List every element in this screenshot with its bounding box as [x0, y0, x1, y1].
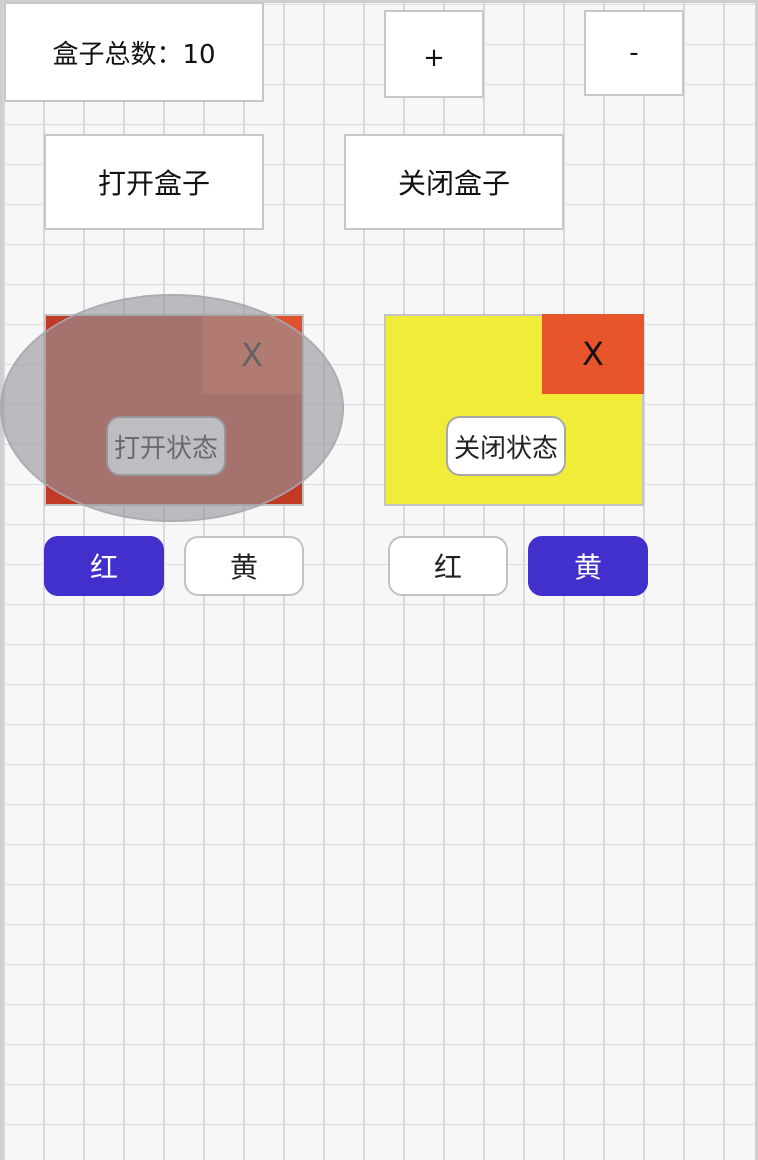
close-icon[interactable]: X [202, 316, 302, 394]
close-icon[interactable]: X [542, 314, 644, 394]
box-count-label: 盒子总数：10 [52, 39, 216, 70]
open-boxes-button[interactable]: 打开盒子 [44, 134, 264, 230]
box2-red-button[interactable]: 红 [388, 536, 508, 596]
box-state-button[interactable]: 关闭状态 [446, 416, 566, 476]
box-item-2: X 关闭状态 [384, 314, 644, 506]
open-boxes-label: 打开盒子 [97, 167, 210, 200]
box1-yellow-button[interactable]: 黄 [184, 536, 304, 596]
close-boxes-label: 关闭盒子 [397, 167, 510, 200]
box-state-button[interactable]: 打开状态 [106, 416, 226, 476]
box-item-1: X 打开状态 [44, 314, 304, 506]
box-count-display: 盒子总数：10 [4, 2, 264, 102]
window-frame-left [0, 0, 3, 1160]
box1-red-button[interactable]: 红 [44, 536, 164, 596]
box2-yellow-button[interactable]: 黄 [528, 536, 648, 596]
close-boxes-button[interactable]: 关闭盒子 [344, 134, 564, 230]
plus-label: + [423, 43, 445, 73]
add-box-button[interactable]: + [384, 10, 484, 98]
remove-box-button[interactable]: - [584, 10, 684, 96]
minus-label: - [629, 38, 639, 68]
